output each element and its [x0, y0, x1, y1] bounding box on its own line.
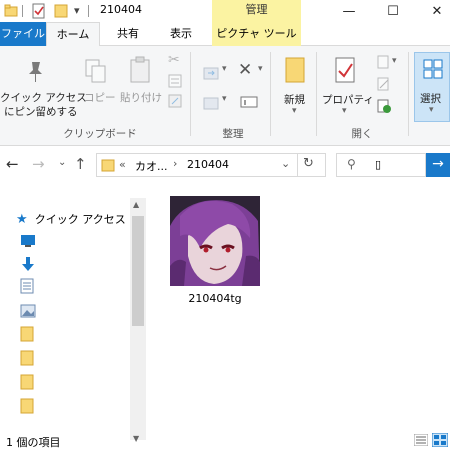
clipboard-group-label: クリップボード	[63, 128, 137, 140]
downloads-icon[interactable]	[20, 256, 36, 272]
select-label: 選択	[420, 93, 441, 105]
paste-icon[interactable]	[128, 56, 152, 84]
select-dropdown-icon: ▾	[429, 105, 434, 115]
properties-dropdown-icon[interactable]: ▾	[342, 106, 347, 116]
nav-scrollbar[interactable]: ▲ ▼	[130, 198, 146, 443]
open-icon[interactable]	[376, 54, 392, 70]
qat-divider	[22, 5, 23, 17]
ribbon-separator	[270, 52, 271, 136]
desktop-icon[interactable]	[20, 234, 36, 248]
navigation-pane: ★ クイック アクセス ▲ ▼	[0, 182, 146, 443]
title-bar: ▾ 210404 管理 — ☐ ✕	[0, 0, 450, 22]
copy-path-icon[interactable]	[168, 74, 182, 88]
copy-to-dropdown-icon[interactable]: ▾	[222, 94, 227, 104]
pin-label-line1[interactable]: クイック アクセス	[0, 90, 87, 105]
portrait-thumbnail	[170, 196, 260, 286]
ribbon: クイック アクセス にピン留めする コピー 貼り付け ✂ クリップボード ▾ ✕…	[0, 46, 450, 146]
documents-icon[interactable]	[20, 278, 34, 294]
search-input[interactable]: ⚲ ▯	[336, 153, 426, 177]
refresh-icon[interactable]: ↻	[303, 156, 314, 171]
explorer-app-icon[interactable]	[4, 3, 18, 17]
status-bar: 1 個の項目	[0, 430, 450, 450]
properties-icon[interactable]	[334, 56, 356, 84]
tab-picture-tools[interactable]: ピクチャ ツール	[212, 22, 301, 46]
delete-dropdown-icon[interactable]: ▾	[258, 64, 263, 74]
breadcrumb-segment[interactable]: カオ...	[135, 158, 168, 174]
up-icon[interactable]: ↑	[74, 155, 87, 173]
nav-quick-access-label: クイック アクセス	[34, 213, 126, 226]
paste-label[interactable]: 貼り付け	[120, 90, 162, 105]
details-view-icon[interactable]	[414, 434, 428, 446]
file-item[interactable]: 210404tg	[160, 192, 270, 312]
copy-icon[interactable]	[84, 58, 108, 84]
edit-icon[interactable]	[376, 76, 392, 92]
large-icons-view-icon[interactable]	[432, 433, 448, 447]
back-icon[interactable]: ←	[6, 155, 19, 173]
delete-icon[interactable]: ✕	[238, 60, 252, 80]
folder-icon[interactable]	[20, 374, 34, 390]
ribbon-separator	[316, 52, 317, 136]
tab-file[interactable]: ファイル	[0, 22, 46, 46]
folder-icon	[101, 159, 115, 172]
scrollbar-thumb[interactable]	[132, 216, 144, 326]
history-icon[interactable]	[376, 98, 392, 114]
pin-label-line2[interactable]: にピン留めする	[4, 104, 78, 119]
breadcrumb-overflow[interactable]: «	[119, 158, 126, 171]
address-row: ← → ⌄ ↑ « カオ... › 210404 ⌄ ↻ ⚲ ▯ →	[0, 146, 450, 182]
breadcrumb-current[interactable]: 210404	[187, 158, 229, 171]
tab-home[interactable]: ホーム	[46, 22, 100, 47]
manage-context-tab[interactable]: 管理	[212, 0, 301, 22]
move-to-dropdown-icon[interactable]: ▾	[222, 64, 227, 74]
address-dropdown-icon[interactable]: ⌄	[281, 157, 290, 170]
rename-icon[interactable]	[240, 94, 258, 110]
pin-icon[interactable]	[24, 60, 48, 84]
search-go-button[interactable]: →	[426, 153, 450, 177]
maximize-button[interactable]: ☐	[370, 0, 416, 22]
folder-icon[interactable]	[20, 326, 34, 342]
ribbon-separator	[190, 52, 191, 136]
scroll-up-icon[interactable]: ▲	[133, 200, 139, 209]
copy-label[interactable]: コピー	[84, 90, 116, 105]
recent-locations-icon[interactable]: ⌄	[58, 157, 66, 168]
search-icon: ⚲	[347, 157, 356, 171]
nav-item-quick-access[interactable]: ★ クイック アクセス	[16, 208, 126, 227]
select-icon	[423, 59, 443, 79]
file-list: 210404tg	[146, 182, 450, 430]
search-cursor: ▯	[375, 158, 382, 171]
forward-icon[interactable]: →	[32, 155, 45, 173]
item-count: 1 個の項目	[6, 436, 61, 449]
tab-share[interactable]: 共有	[108, 22, 148, 46]
image-thumbnail[interactable]	[170, 196, 260, 286]
new-label[interactable]: 新規	[284, 92, 305, 107]
breadcrumb-chevron-icon[interactable]: ›	[173, 157, 177, 170]
ribbon-tabs: ファイル ホーム 共有 表示 ピクチャ ツール	[0, 22, 450, 47]
window-title: 210404	[100, 3, 142, 16]
file-name: 210404tg	[188, 292, 242, 305]
organize-group-label: 整理	[222, 128, 244, 140]
open-group-label: 開く	[351, 128, 373, 140]
title-divider	[88, 5, 89, 17]
ribbon-separator	[408, 52, 409, 136]
paste-shortcut-icon[interactable]	[168, 94, 182, 108]
select-button[interactable]: 選択 ▾	[414, 52, 450, 122]
star-icon: ★	[16, 212, 28, 227]
tab-view[interactable]: 表示	[156, 22, 206, 46]
open-dropdown-icon[interactable]: ▾	[392, 56, 397, 66]
address-divider	[297, 154, 298, 176]
new-folder-qat-icon[interactable]	[54, 3, 68, 19]
copy-to-icon[interactable]	[202, 94, 220, 112]
new-dropdown-icon[interactable]: ▾	[292, 106, 297, 116]
close-button[interactable]: ✕	[414, 0, 450, 22]
properties-label[interactable]: プロパティ	[322, 92, 374, 107]
cut-icon[interactable]: ✂	[168, 52, 180, 68]
minimize-button[interactable]: —	[326, 0, 372, 22]
qat-dropdown-icon[interactable]: ▾	[74, 4, 80, 17]
move-to-icon[interactable]	[202, 64, 220, 82]
folder-icon[interactable]	[20, 398, 34, 414]
new-folder-icon[interactable]	[284, 56, 306, 84]
properties-qat-icon[interactable]	[32, 3, 46, 19]
folder-icon[interactable]	[20, 350, 34, 366]
pictures-icon[interactable]	[20, 304, 36, 318]
address-bar[interactable]: « カオ... › 210404 ⌄ ↻	[96, 153, 326, 177]
